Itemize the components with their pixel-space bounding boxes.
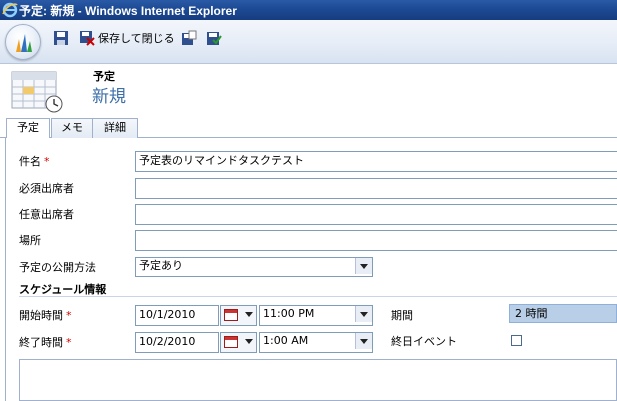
save-and-new-icon[interactable] bbox=[181, 30, 197, 46]
window-title: 予定: 新規 - Windows Internet Explorer bbox=[19, 4, 237, 18]
location-label: 場所 bbox=[19, 234, 41, 247]
record-title: 新規 bbox=[92, 87, 126, 107]
all-day-event-checkbox[interactable] bbox=[511, 335, 522, 346]
all-day-event-label: 終日イベント bbox=[391, 335, 457, 348]
description-textarea[interactable] bbox=[19, 359, 617, 401]
tab-notes[interactable]: メモ bbox=[51, 118, 93, 139]
optional-attendees-label: 任意出席者 bbox=[19, 208, 74, 221]
chevron-down-icon[interactable] bbox=[355, 333, 372, 349]
show-time-as-value: 予定あり bbox=[139, 259, 183, 272]
appointment-calendar-icon bbox=[11, 71, 63, 113]
location-input[interactable] bbox=[135, 230, 617, 251]
section-divider bbox=[19, 296, 617, 297]
required-marker: * bbox=[66, 309, 72, 322]
required-attendees-label: 必須出席者 bbox=[19, 182, 74, 195]
show-time-as-label: 予定の公開方法 bbox=[19, 261, 96, 274]
save-icon[interactable] bbox=[53, 30, 69, 46]
chevron-down-icon bbox=[245, 312, 253, 317]
end-date-picker-button[interactable] bbox=[220, 332, 257, 353]
subject-label: 件名 * bbox=[19, 155, 50, 168]
duration-value[interactable]: 2 時間 bbox=[509, 304, 617, 323]
schedule-section-title: スケジュール情報 bbox=[19, 283, 107, 296]
calendar-icon bbox=[224, 336, 238, 348]
chevron-down-icon[interactable] bbox=[355, 306, 372, 322]
duration-label: 期間 bbox=[391, 309, 413, 322]
subject-input[interactable]: 予定表のリマインドタスクテスト bbox=[135, 151, 617, 172]
chevron-down-icon[interactable] bbox=[355, 258, 372, 274]
internet-explorer-icon bbox=[2, 2, 18, 18]
start-time-select[interactable]: 11:00 PM bbox=[259, 305, 373, 326]
end-date-input[interactable]: 10/2/2010 bbox=[135, 332, 219, 353]
required-attendees-input[interactable] bbox=[135, 178, 617, 199]
crm-app-button[interactable] bbox=[5, 24, 41, 60]
start-date-picker-button[interactable] bbox=[220, 305, 257, 326]
save-and-close-button[interactable]: 保存して閉じる bbox=[98, 30, 175, 46]
end-time-label: 終了時間 * bbox=[19, 336, 72, 349]
chevron-down-icon bbox=[245, 339, 253, 344]
tab-details[interactable]: 詳細 bbox=[92, 118, 138, 139]
optional-attendees-input[interactable] bbox=[135, 204, 617, 225]
required-marker: * bbox=[44, 155, 50, 168]
dynamics-logo-icon bbox=[16, 34, 32, 52]
save-and-close-icon[interactable] bbox=[79, 30, 95, 46]
show-time-as-select[interactable]: 予定あり bbox=[135, 257, 373, 277]
start-time-label: 開始時間 * bbox=[19, 309, 72, 322]
mark-complete-icon[interactable] bbox=[206, 30, 222, 46]
required-marker: * bbox=[66, 336, 72, 349]
start-time-value: 11:00 PM bbox=[263, 307, 315, 320]
window-title-bar: 予定: 新規 - Windows Internet Explorer bbox=[0, 0, 617, 20]
start-date-input[interactable]: 10/1/2010 bbox=[135, 305, 219, 326]
end-time-value: 1:00 AM bbox=[263, 334, 309, 347]
tab-appointment[interactable]: 予定 bbox=[6, 118, 50, 140]
end-time-select[interactable]: 1:00 AM bbox=[259, 332, 373, 353]
calendar-icon bbox=[224, 309, 238, 321]
